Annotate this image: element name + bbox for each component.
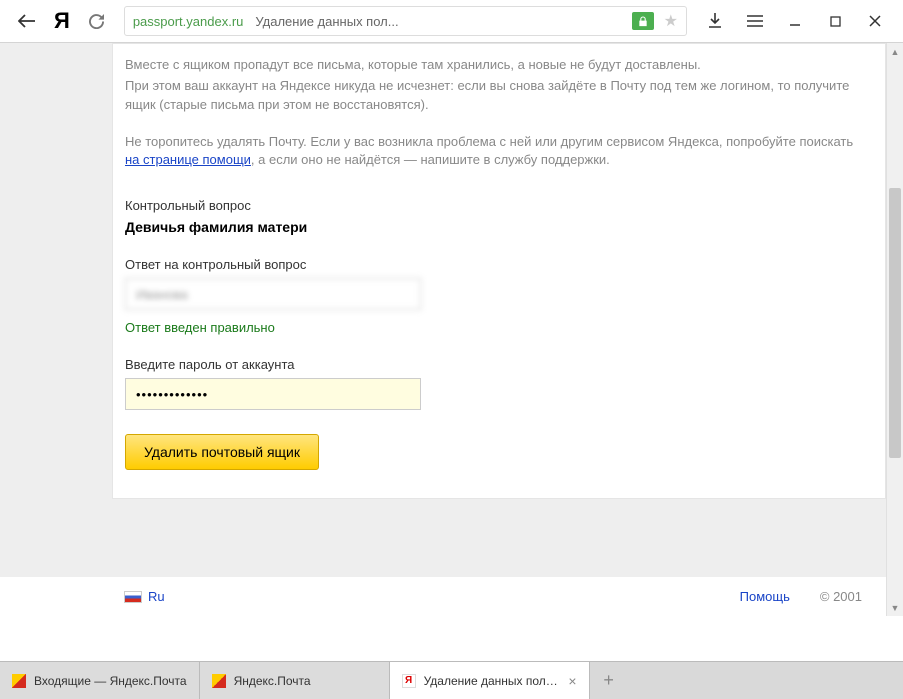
address-bar[interactable]: passport.yandex.ru Удаление данных пол..… — [124, 6, 687, 36]
content-card: Вместе с ящиком пропадут все письма, кот… — [112, 43, 886, 499]
tab-label: Удаление данных пользс — [424, 674, 561, 688]
scrollbar-up-button[interactable]: ▲ — [887, 43, 903, 60]
bookmark-star-icon[interactable]: ★ — [664, 11, 678, 31]
close-window-button[interactable] — [855, 2, 895, 40]
tab-label: Входящие — Яндекс.Почта — [34, 674, 187, 688]
minimize-button[interactable] — [775, 2, 815, 40]
password-label: Введите пароль от аккаунта — [125, 357, 865, 372]
maximize-button[interactable] — [815, 2, 855, 40]
answer-label: Ответ на контрольный вопрос — [125, 257, 865, 272]
info-text-3-pre: Не торопитесь удалять Почту. Если у вас … — [125, 134, 853, 149]
info-text-3-post: , а если оно не найдётся — напишите в сл… — [251, 152, 610, 167]
mail-favicon-icon — [212, 674, 226, 688]
tab-label: Яндекс.Почта — [234, 674, 311, 688]
mail-favicon-icon — [12, 674, 26, 688]
back-button[interactable] — [8, 2, 46, 40]
control-question-text: Девичья фамилия матери — [125, 219, 865, 235]
delete-mailbox-button[interactable]: Удалить почтовый ящик — [125, 434, 319, 470]
yandex-logo[interactable]: Я — [54, 8, 70, 34]
tab-inbox[interactable]: Входящие — Яндекс.Почта — [0, 662, 200, 699]
help-page-link[interactable]: на странице помощи — [125, 152, 251, 167]
page-viewport: Вместе с ящиком пропадут все письма, кот… — [0, 43, 903, 616]
control-question-label: Контрольный вопрос — [125, 198, 865, 213]
footer-right: Помощь © 2001 — [740, 589, 862, 604]
yandex-favicon-icon: Я — [402, 674, 416, 688]
answer-input[interactable] — [125, 278, 421, 310]
info-text-1: Вместе с ящиком пропадут все письма, кот… — [125, 56, 865, 75]
chrome-right-controls — [695, 2, 895, 40]
tab-mail[interactable]: Яндекс.Почта — [200, 662, 390, 699]
flag-ru-icon — [124, 591, 142, 603]
scrollbar-down-button[interactable]: ▼ — [887, 599, 903, 616]
url-host: passport.yandex.ru — [133, 14, 244, 29]
footer-copyright: © 2001 — [820, 589, 862, 604]
menu-button[interactable] — [735, 2, 775, 40]
password-input[interactable] — [125, 378, 421, 410]
info-text-3: Не торопитесь удалять Почту. Если у вас … — [125, 133, 865, 171]
page-footer: Ru Помощь © 2001 — [0, 576, 886, 616]
new-tab-button[interactable]: + — [590, 662, 628, 699]
browser-toolbar: Я passport.yandex.ru Удаление данных пол… — [0, 0, 903, 43]
downloads-button[interactable] — [695, 2, 735, 40]
info-text-2: При этом ваш аккаунт на Яндексе никуда н… — [125, 77, 865, 115]
language-selector[interactable]: Ru — [148, 589, 165, 604]
footer-help-link[interactable]: Помощь — [740, 589, 790, 604]
ssl-lock-icon — [632, 12, 654, 30]
delete-form: Контрольный вопрос Девичья фамилия матер… — [125, 198, 865, 470]
tab-close-button[interactable]: × — [568, 673, 576, 689]
tab-bar: Входящие — Яндекс.Почта Яндекс.Почта Я У… — [0, 661, 903, 699]
answer-correct-status: Ответ введен правильно — [125, 320, 865, 335]
url-title: Удаление данных пол... — [255, 14, 398, 29]
reload-button[interactable] — [78, 2, 116, 40]
scrollbar-thumb[interactable] — [889, 188, 901, 458]
vertical-scrollbar[interactable]: ▲ ▼ — [886, 43, 903, 616]
tab-delete-data[interactable]: Я Удаление данных пользс × — [390, 662, 590, 699]
